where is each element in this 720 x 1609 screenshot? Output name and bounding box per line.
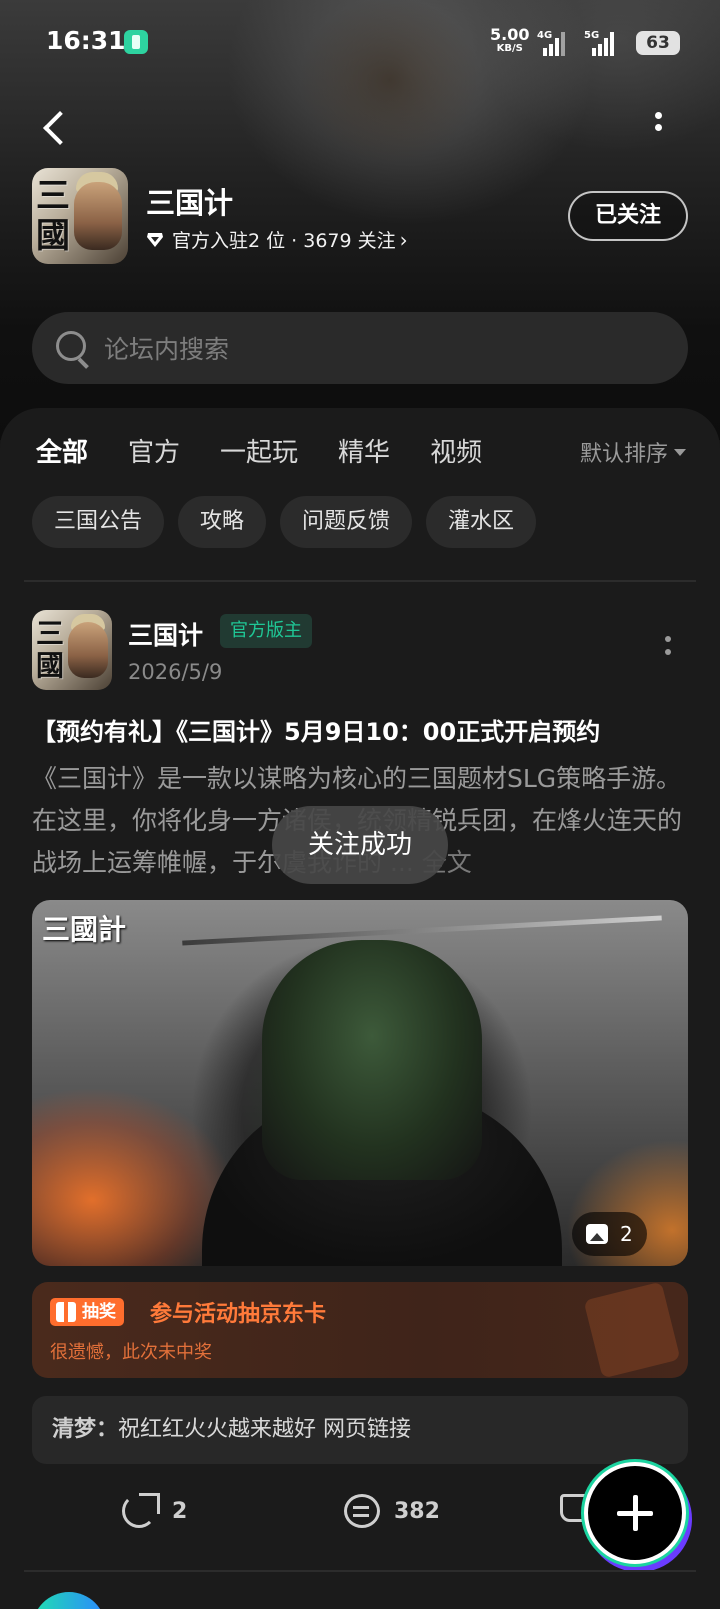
comment-count: 382 (394, 1498, 440, 1524)
lottery-tag: 抽奖 (50, 1298, 124, 1326)
post-more-icon[interactable] (662, 636, 674, 662)
search-icon (54, 329, 92, 367)
network-speed-unit: KB/S (496, 43, 523, 54)
more-vertical-icon[interactable] (650, 112, 666, 144)
forum-search-input[interactable]: 论坛内搜索 (32, 312, 688, 384)
image-game-logo: 三國計 (42, 913, 127, 946)
chip-announcements[interactable]: 三国公告 (32, 496, 165, 548)
comment-icon (344, 1494, 380, 1528)
forum-meta-text: 官方入驻2 位 · 3679 关注 (172, 230, 396, 252)
sort-dropdown[interactable]: 默认排序 (580, 436, 687, 468)
category-chips: 三国公告 攻略 问题反馈 灌水区 (32, 496, 550, 548)
forum-meta-link[interactable]: 官方入驻2 位 · 3679 关注 › (146, 226, 408, 253)
lottery-tag-label: 抽奖 (82, 1302, 116, 1322)
divider (24, 580, 696, 582)
image-count-badge: 2 (572, 1212, 647, 1256)
signal-4g-label: 4G (537, 30, 553, 41)
tab-featured[interactable]: 精华 (338, 432, 390, 482)
post-author-avatar[interactable]: 三國 (32, 610, 112, 690)
post-date: 2026/5/9 (128, 660, 223, 684)
toast-message: 关注成功 (272, 806, 448, 884)
post-title[interactable]: 【预约有礼】《三国计》5月9日10：00正式开启预约 (32, 712, 692, 747)
tab-video[interactable]: 视频 (430, 432, 482, 482)
battery-icon: 63 (636, 31, 680, 55)
status-time: 16:31 (46, 26, 126, 55)
forum-tabs: 全部 官方 一起玩 精华 视频 (36, 432, 522, 488)
follow-button[interactable]: 已关注 (568, 191, 688, 241)
back-arrow-icon[interactable] (36, 108, 72, 148)
image-count: 2 (620, 1222, 633, 1246)
share-button[interactable]: 2 (122, 1493, 188, 1528)
signal-5g-icon: 5G (584, 30, 614, 56)
caret-down-icon (674, 448, 687, 456)
comment-user: 清梦： (52, 1417, 119, 1442)
tab-official[interactable]: 官方 (128, 432, 180, 482)
tab-all[interactable]: 全部 (36, 432, 88, 488)
comment-button[interactable]: 382 (344, 1494, 440, 1528)
moderator-badge: 官方版主 (220, 614, 312, 648)
share-count: 2 (172, 1498, 188, 1524)
avatar-calligraphy-logo: 三國 (36, 176, 70, 256)
post-author-name[interactable]: 三国计 (128, 616, 203, 652)
gift-icon (56, 1302, 76, 1322)
lottery-card[interactable]: 抽奖 参与活动抽京东卡 很遗憾，此次未中奖 (32, 1282, 688, 1378)
status-bar: 16:31 5.00 KB/S 4G 5G 63 (0, 0, 720, 84)
lottery-result: 很遗憾，此次未中奖 (50, 1342, 212, 1363)
forum-avatar[interactable]: 三國 (32, 168, 128, 264)
signal-4g-icon: 4G (537, 30, 567, 56)
avatar-calligraphy-logo: 三國 (36, 617, 65, 682)
forum-title: 三国计 (146, 186, 234, 220)
chip-chat[interactable]: 灌水区 (426, 496, 537, 548)
share-icon (122, 1493, 160, 1528)
chip-feedback[interactable]: 问题反馈 (280, 496, 413, 548)
comment-text: 祝红红火火越来越好 网页链接 (118, 1417, 412, 1442)
chip-guides[interactable]: 攻略 (178, 496, 267, 548)
tab-play-together[interactable]: 一起玩 (220, 432, 298, 482)
search-placeholder: 论坛内搜索 (104, 335, 230, 364)
network-speed: 5.00 KB/S (490, 27, 529, 56)
divider (24, 1570, 696, 1572)
post-image[interactable]: 三國計 (32, 900, 688, 1266)
lottery-title: 参与活动抽京东卡 (150, 1302, 327, 1327)
signal-5g-label: 5G (584, 30, 600, 41)
gift-watermark-icon (583, 1282, 681, 1378)
chevron-right-icon: › (399, 227, 408, 252)
diamond-icon (146, 232, 164, 248)
top-comment[interactable]: 清梦：祝红红火火越来越好 网页链接 (32, 1396, 688, 1464)
sort-label: 默认排序 (580, 442, 669, 467)
notification-app-icon (124, 30, 148, 54)
gallery-icon (586, 1224, 608, 1244)
create-post-button[interactable] (584, 1462, 686, 1564)
